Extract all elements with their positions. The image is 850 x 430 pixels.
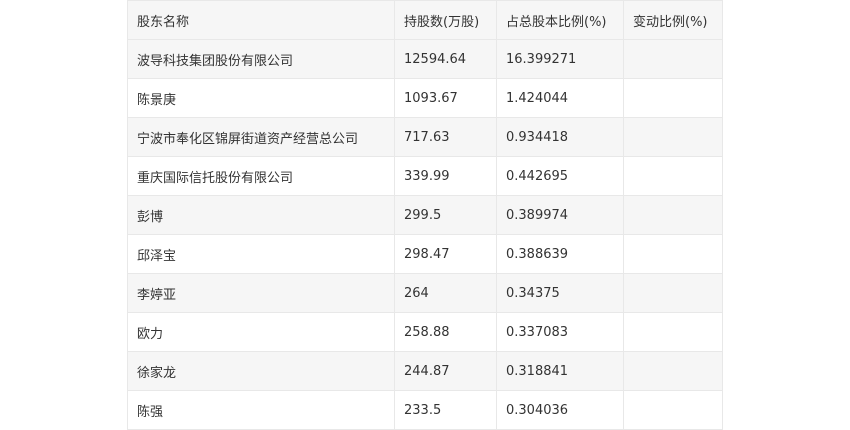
cell-ratio: 0.442695 <box>496 156 624 196</box>
cell-ratio: 0.934418 <box>496 117 624 157</box>
cell-ratio: 16.399271 <box>496 39 624 79</box>
cell-name: 重庆国际信托股份有限公司 <box>127 156 395 196</box>
table-row: 李婷亚 264 0.34375 <box>127 273 723 313</box>
cell-shares: 298.47 <box>394 234 497 274</box>
table-row: 彭博 299.5 0.389974 <box>127 195 723 235</box>
shareholder-table-container: 股东名称 持股数(万股) 占总股本比例(%) 变动比例(%) 波导科技集团股份有… <box>127 0 723 430</box>
cell-name: 邱泽宝 <box>127 234 395 274</box>
table-row: 徐家龙 244.87 0.318841 <box>127 351 723 391</box>
table-row: 邱泽宝 298.47 0.388639 <box>127 234 723 274</box>
cell-name: 陈景庚 <box>127 78 395 118</box>
cell-change <box>623 351 723 391</box>
cell-change <box>623 78 723 118</box>
table-header-row: 股东名称 持股数(万股) 占总股本比例(%) 变动比例(%) <box>127 0 723 40</box>
cell-change <box>623 39 723 79</box>
table-row: 陈强 233.5 0.304036 <box>127 390 723 430</box>
header-shareholder-name: 股东名称 <box>127 0 395 40</box>
cell-change <box>623 273 723 313</box>
cell-name: 徐家龙 <box>127 351 395 391</box>
cell-change <box>623 390 723 430</box>
cell-ratio: 0.388639 <box>496 234 624 274</box>
cell-shares: 1093.67 <box>394 78 497 118</box>
cell-change <box>623 312 723 352</box>
cell-shares: 299.5 <box>394 195 497 235</box>
cell-change <box>623 156 723 196</box>
table-row: 陈景庚 1093.67 1.424044 <box>127 78 723 118</box>
cell-ratio: 0.389974 <box>496 195 624 235</box>
cell-shares: 264 <box>394 273 497 313</box>
table-row: 宁波市奉化区锦屏街道资产经营总公司 717.63 0.934418 <box>127 117 723 157</box>
shareholder-table: 股东名称 持股数(万股) 占总股本比例(%) 变动比例(%) 波导科技集团股份有… <box>127 0 723 430</box>
cell-ratio: 0.34375 <box>496 273 624 313</box>
cell-change <box>623 234 723 274</box>
cell-name: 陈强 <box>127 390 395 430</box>
cell-ratio: 0.304036 <box>496 390 624 430</box>
cell-shares: 233.5 <box>394 390 497 430</box>
cell-shares: 339.99 <box>394 156 497 196</box>
header-shares-held: 持股数(万股) <box>394 0 497 40</box>
header-share-ratio: 占总股本比例(%) <box>496 0 624 40</box>
cell-ratio: 0.318841 <box>496 351 624 391</box>
cell-name: 彭博 <box>127 195 395 235</box>
table-row: 波导科技集团股份有限公司 12594.64 16.399271 <box>127 39 723 79</box>
cell-change <box>623 195 723 235</box>
cell-name: 波导科技集团股份有限公司 <box>127 39 395 79</box>
cell-change <box>623 117 723 157</box>
cell-shares: 717.63 <box>394 117 497 157</box>
cell-name: 宁波市奉化区锦屏街道资产经营总公司 <box>127 117 395 157</box>
table-row: 重庆国际信托股份有限公司 339.99 0.442695 <box>127 156 723 196</box>
cell-ratio: 0.337083 <box>496 312 624 352</box>
table-row: 欧力 258.88 0.337083 <box>127 312 723 352</box>
cell-shares: 258.88 <box>394 312 497 352</box>
header-change-ratio: 变动比例(%) <box>623 0 723 40</box>
cell-name: 李婷亚 <box>127 273 395 313</box>
cell-shares: 12594.64 <box>394 39 497 79</box>
cell-ratio: 1.424044 <box>496 78 624 118</box>
cell-name: 欧力 <box>127 312 395 352</box>
cell-shares: 244.87 <box>394 351 497 391</box>
